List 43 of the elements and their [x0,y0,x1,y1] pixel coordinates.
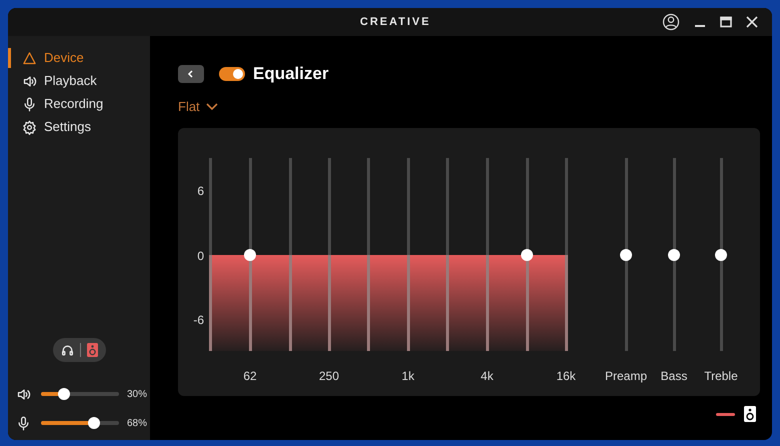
output-switch[interactable] [52,338,106,362]
settings-icon [22,120,37,134]
band-label: 250 [318,368,340,385]
slider-thumb[interactable] [58,388,70,400]
slider-thumb[interactable] [668,248,680,260]
microphone-icon [16,416,31,430]
headphones-icon[interactable] [60,344,74,356]
microphone-icon [22,96,37,112]
maximize-icon[interactable] [720,16,732,28]
axis-label: -6 [192,312,204,329]
axis-label: 6 [196,183,204,200]
slider-label: Bass [660,368,688,385]
sidebar-item[interactable]: Recording [8,94,150,114]
sidebar-item[interactable]: Settings [8,117,150,137]
close-icon[interactable] [746,16,758,28]
back-icon [187,70,195,78]
axis-label: 0 [196,248,204,265]
sidebar-item[interactable]: Device [8,48,150,68]
slider-label: Preamp [604,368,648,385]
speaker-icon [22,74,37,88]
triangle-icon [22,50,37,66]
slider-thumb[interactable] [715,248,727,260]
back-button[interactable] [178,65,204,83]
preset-dropdown[interactable]: Flat [178,99,218,115]
volume-reading: 30% [127,388,148,402]
app-logo: CREATIVE [360,15,431,30]
band-label: 1k [400,368,416,385]
page-title: Equalizer [253,63,329,86]
slider-thumb[interactable] [88,417,100,429]
slider-thumb[interactable] [620,248,632,260]
sidebar-item[interactable]: Playback [8,71,150,91]
slider-label: Treble [703,368,739,385]
chevron-down-icon [206,103,218,111]
band-label: 4k [480,368,494,385]
user-icon[interactable] [662,13,680,31]
volume-reading: 68% [127,416,148,430]
band-label: 16k [555,368,577,385]
equalizer-toggle[interactable] [219,67,245,81]
speaker-icon[interactable] [744,406,756,422]
slider-thumb[interactable] [244,248,256,260]
slider-thumb[interactable] [521,248,533,260]
band-label: 62 [242,368,258,385]
speaker-icon [16,386,31,402]
